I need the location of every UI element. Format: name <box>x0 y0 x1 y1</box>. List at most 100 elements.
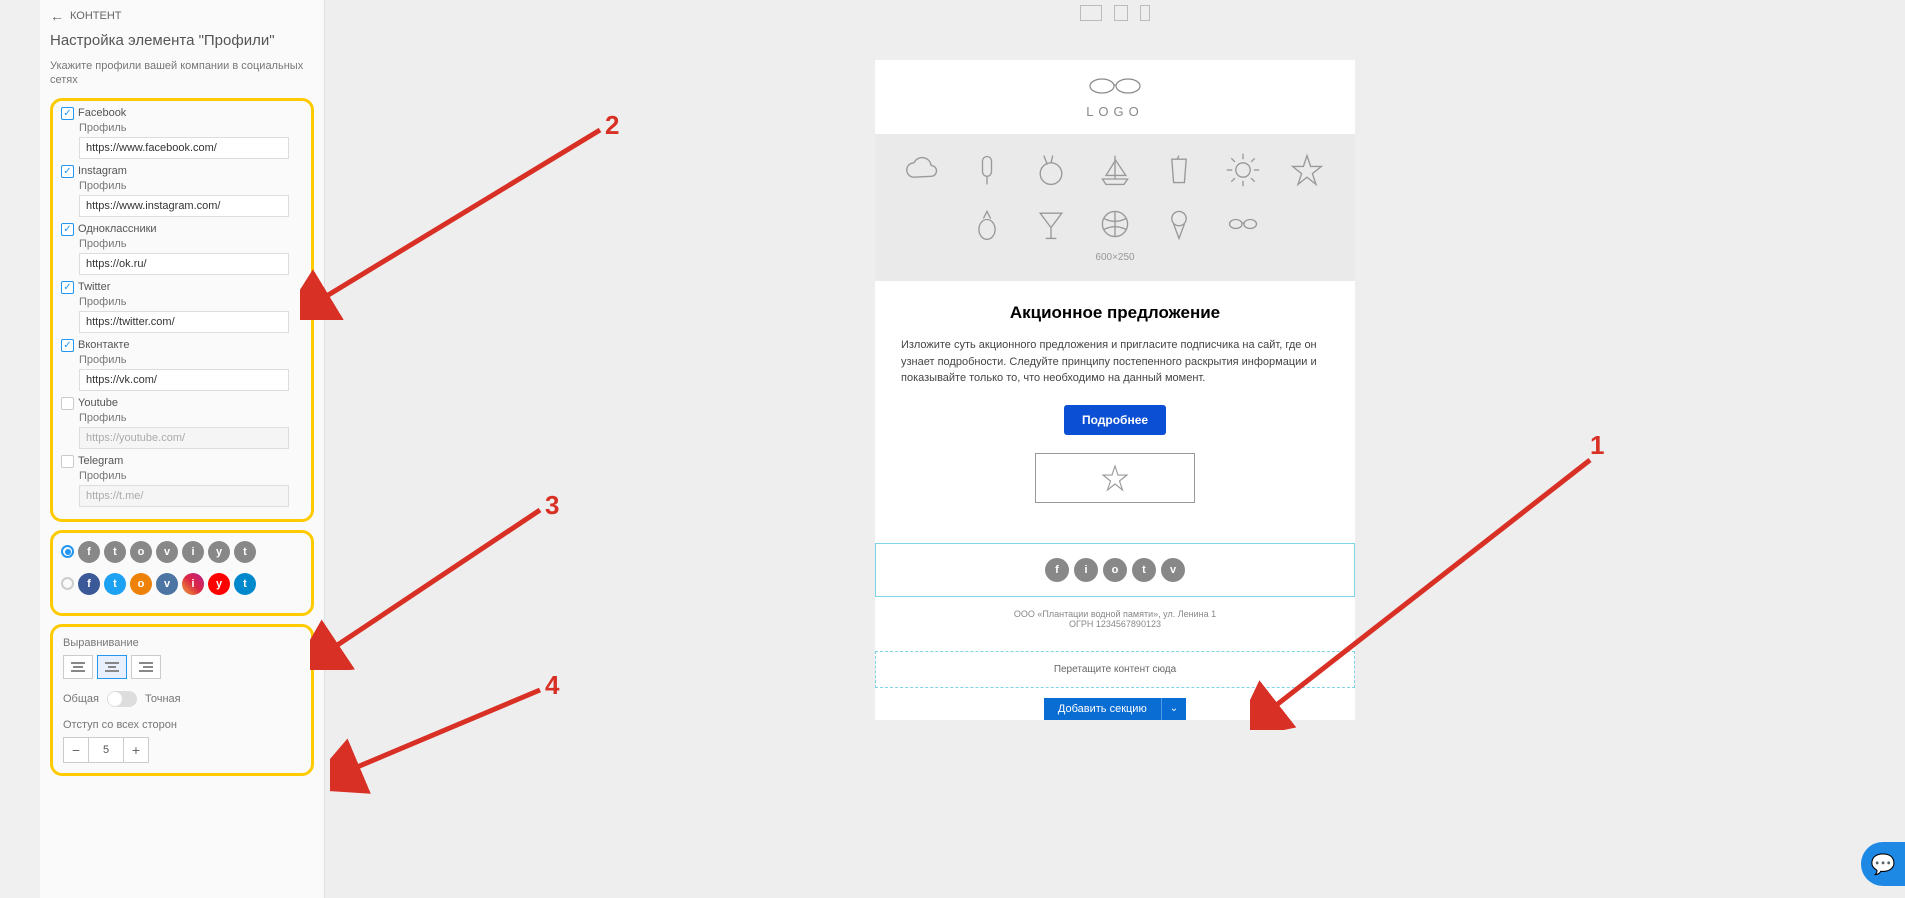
ok-icon[interactable]: o <box>1103 558 1127 582</box>
checkbox-telegram[interactable] <box>61 455 74 468</box>
spacing-minus-button[interactable]: − <box>63 737 89 763</box>
arrow-3-icon <box>310 500 560 670</box>
profile-name: Facebook <box>78 107 126 119</box>
toggle-left-label: Общая <box>63 693 99 705</box>
ig-icon[interactable]: i <box>1074 558 1098 582</box>
settings-desc: Укажите профили вашей компании в социаль… <box>50 59 314 88</box>
vk-icon: v <box>156 573 178 595</box>
fb-icon[interactable]: f <box>1045 558 1069 582</box>
spacing-plus-button[interactable]: + <box>123 737 149 763</box>
tw-icon: t <box>104 541 126 563</box>
arrow-4-icon <box>330 680 560 800</box>
logo-text: LOGO <box>875 104 1355 119</box>
toggle-right-label: Точная <box>145 693 181 705</box>
url-input-vk[interactable] <box>79 369 289 391</box>
checkbox-twitter[interactable] <box>61 281 74 294</box>
align-right-button[interactable] <box>131 655 161 679</box>
sunglasses-icon <box>1085 75 1145 99</box>
style-color-row: f t o v i y t <box>61 573 303 595</box>
checkbox-facebook[interactable] <box>61 107 74 120</box>
tw-icon[interactable]: t <box>1132 558 1156 582</box>
vk-icon: v <box>156 541 178 563</box>
profile-label: Профиль <box>79 180 303 192</box>
profile-vk: Вконтакте Профиль <box>61 339 303 391</box>
vk-icon[interactable]: v <box>1161 558 1185 582</box>
profile-name: Telegram <box>78 455 123 467</box>
cta-button[interactable]: Подробнее <box>1064 405 1166 435</box>
profile-name: Одноклассники <box>78 223 157 235</box>
radio-style-color[interactable] <box>61 577 74 590</box>
settings-title: Настройка элемента "Профили" <box>50 32 314 49</box>
align-center-button[interactable] <box>97 655 127 679</box>
settings-sidebar: КОНТЕНТ Настройка элемента "Профили" Ука… <box>40 0 325 898</box>
url-input-ok[interactable] <box>79 253 289 275</box>
sunglasses-small-icon <box>1225 206 1261 242</box>
add-section-dropdown[interactable]: ⌄ <box>1161 698 1186 720</box>
profile-label: Профиль <box>79 296 303 308</box>
glass-drink-icon <box>1161 152 1197 188</box>
alignment-box: Выравнивание Общая Точная Отступ со всех… <box>50 624 314 776</box>
arrow-2-icon <box>300 120 620 320</box>
url-input-facebook[interactable] <box>79 137 289 159</box>
spacing-toggle[interactable] <box>107 691 137 707</box>
beachball-icon <box>1097 206 1133 242</box>
align-buttons <box>63 655 301 679</box>
chat-support-icon[interactable]: 💬 <box>1861 842 1905 886</box>
yt-icon: y <box>208 541 230 563</box>
checkbox-instagram[interactable] <box>61 165 74 178</box>
sun-icon <box>1225 152 1261 188</box>
url-input-telegram[interactable] <box>79 485 289 507</box>
profile-label: Профиль <box>79 238 303 250</box>
hero-image-block[interactable]: 600×250 <box>875 134 1355 281</box>
profile-ok: Одноклассники Профиль <box>61 223 303 275</box>
back-label: КОНТЕНТ <box>70 10 122 22</box>
tw-icon: t <box>104 573 126 595</box>
url-input-instagram[interactable] <box>79 195 289 217</box>
tg-icon: t <box>234 573 256 595</box>
profile-name: Twitter <box>78 281 110 293</box>
placeholder-image-box[interactable] <box>1035 453 1195 503</box>
style-gray-row: f t o v i y t <box>61 541 303 563</box>
device-tablet-icon[interactable] <box>1114 5 1128 21</box>
back-link[interactable]: КОНТЕНТ <box>50 8 314 24</box>
starfish-icon <box>1289 152 1325 188</box>
yt-icon: y <box>208 573 230 595</box>
profile-twitter: Twitter Профиль <box>61 281 303 333</box>
profile-name: Youtube <box>78 397 118 409</box>
email-body: Изложите суть акционного предложения и п… <box>901 337 1329 387</box>
url-input-youtube[interactable] <box>79 427 289 449</box>
add-section-button[interactable]: Добавить секцию <box>1044 698 1161 720</box>
spacing-label: Отступ со всех сторон <box>63 719 301 731</box>
checkbox-youtube[interactable] <box>61 397 74 410</box>
logo-block[interactable]: LOGO <box>875 60 1355 134</box>
ig-icon: i <box>182 573 204 595</box>
profile-label: Профиль <box>79 122 303 134</box>
align-left-button[interactable] <box>63 655 93 679</box>
arrow-1-icon <box>1250 450 1610 730</box>
profile-name: Instagram <box>78 165 127 177</box>
profile-telegram: Telegram Профиль <box>61 455 303 507</box>
radio-style-gray[interactable] <box>61 545 74 558</box>
sailboat-icon <box>1097 152 1133 188</box>
checkbox-vk[interactable] <box>61 339 74 352</box>
device-desktop-icon[interactable] <box>1080 5 1102 21</box>
url-input-twitter[interactable] <box>79 311 289 333</box>
device-switcher <box>1080 5 1150 21</box>
pineapple-icon <box>969 206 1005 242</box>
hero-icon-set <box>893 152 1337 242</box>
ok-icon: o <box>130 541 152 563</box>
icon-style-box: f t o v i y t f t o v i y t <box>50 530 314 616</box>
profile-name: Вконтакте <box>78 339 129 351</box>
profile-instagram: Instagram Профиль <box>61 165 303 217</box>
checkbox-ok[interactable] <box>61 223 74 236</box>
align-label: Выравнивание <box>63 637 301 649</box>
device-mobile-icon[interactable] <box>1140 5 1150 21</box>
popsicle-icon <box>969 152 1005 188</box>
email-heading: Акционное предложение <box>901 303 1329 323</box>
profile-label: Профиль <box>79 470 303 482</box>
fb-icon: f <box>78 573 100 595</box>
cloud-icon <box>905 152 941 188</box>
spacing-value[interactable]: 5 <box>89 737 123 763</box>
profiles-annotation-box: Facebook Профиль Instagram Профиль Однок… <box>50 98 314 522</box>
profile-facebook: Facebook Профиль <box>61 107 303 159</box>
